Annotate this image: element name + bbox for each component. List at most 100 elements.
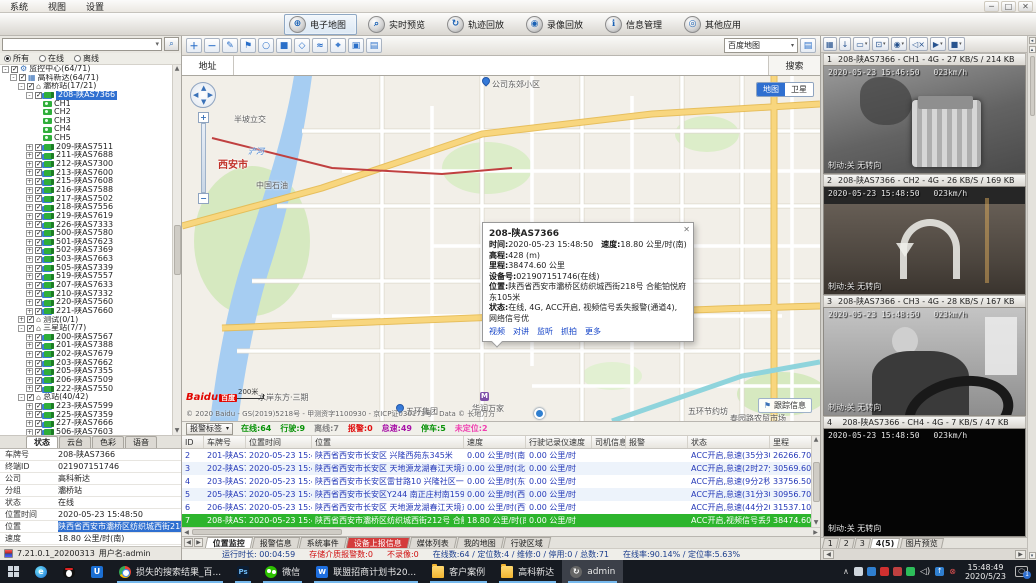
poi-circle-marker[interactable] [534,408,545,419]
menu-item-0[interactable]: 系统 [0,0,38,13]
tree-item[interactable]: +219-陕AS7619 [0,212,181,221]
nav-button-info-manage[interactable]: ℹ信息管理 [600,14,673,35]
tree-checkbox[interactable] [35,351,42,358]
draw-polygon-icon[interactable]: ◇ [294,38,310,53]
capture-icon[interactable]: ◉▾ [891,37,908,51]
scroll-right-icon[interactable]: ▶ [811,529,820,536]
tree-expander-icon[interactable]: + [26,420,33,427]
tree-checkbox[interactable] [35,187,42,194]
tree-checkbox[interactable] [35,385,42,392]
bottom-tab-行驶区域[interactable]: 行驶区域 [503,537,551,548]
tree-expander-icon[interactable]: - [10,74,17,81]
tree-expander-icon[interactable]: + [26,403,33,410]
scrollbar-thumb[interactable] [813,462,820,502]
map-zoom-in-button[interactable]: + [198,112,209,123]
tree-item[interactable]: +218-陕AS7556 [0,203,181,212]
video-page-2[interactable]: 2 [838,538,855,548]
photoshop[interactable]: Ps [229,560,257,583]
pan-up-icon[interactable]: ▲ [201,84,206,92]
tree-item[interactable]: +501-陕AS7623 [0,238,181,247]
metro-station-icon[interactable]: M [480,392,489,401]
column-header[interactable]: ID [182,436,204,448]
tree-expander-icon[interactable]: + [26,351,33,358]
bottom-tab-我的地图[interactable]: 我的地图 [456,537,504,548]
zoom-slider[interactable] [201,123,206,193]
tree-item[interactable]: -⌂总站(40/42) [0,393,181,402]
tree-expander-icon[interactable]: + [26,169,33,176]
tree-expander-icon[interactable]: + [26,308,33,315]
tree-expander-icon[interactable]: - [18,394,25,401]
track-info-button[interactable]: ⚑跟踪信息 [758,398,812,413]
tree-expander-icon[interactable]: + [26,187,33,194]
video-stream[interactable]: 2020-05-23 15:48:50023km/h制动:关 无转向 [823,307,1026,416]
tree-item[interactable]: +519-陕AS7557 [0,272,181,281]
tree-item[interactable]: +202-陕AS7679 [0,350,181,359]
mute-icon[interactable]: ◁× [909,37,928,51]
column-header[interactable]: 行驶记录仪速度 [526,436,592,448]
tree-checkbox[interactable] [27,394,34,401]
tray-penguin2-icon[interactable] [893,567,902,576]
tree-checkbox[interactable] [35,377,42,384]
nav-button-live-preview[interactable]: ⌕实时预览 [363,14,436,35]
save-view-icon[interactable]: ▤ [366,38,382,53]
tree-expander-icon[interactable]: + [26,152,33,159]
video-page-1[interactable]: 1 [822,538,839,548]
close-button[interactable]: ✕ [1018,1,1033,12]
tree-item[interactable]: +207-陕AS7633 [0,281,181,290]
column-header[interactable]: 司机信息 [592,436,626,448]
tree-checkbox[interactable] [35,360,42,367]
tree-checkbox[interactable] [35,308,42,315]
chrome-window[interactable]: 损失的搜索结果_百... [111,560,229,583]
tree-item[interactable]: +502-陕AS7369 [0,246,181,255]
tree-expander-icon[interactable]: + [26,377,33,384]
quad-view-icon[interactable]: ▦ [823,37,837,51]
tree-checkbox[interactable] [27,83,34,90]
radio-2[interactable]: 离线 [74,53,99,64]
notification-icon[interactable]: 🗨1 [1015,566,1028,577]
minimize-button[interactable]: ─ [984,1,999,12]
tabs-scroll-right-icon[interactable]: ▶ [194,538,203,547]
tree-expander-icon[interactable]: + [26,256,33,263]
address-search-button[interactable]: 搜索 [768,56,820,75]
tree-expander-icon[interactable]: + [26,265,33,272]
tree-expander-icon[interactable]: + [26,161,33,168]
tree-expander-icon[interactable]: + [26,204,33,211]
tray-explorer-icon[interactable] [854,567,863,576]
u-browser[interactable]: U [83,560,111,583]
tree-expander-icon[interactable]: + [26,247,33,254]
tree-expander-icon[interactable]: + [26,144,33,151]
scrollbar-thumb[interactable] [1030,56,1035,116]
tree-checkbox[interactable] [35,195,42,202]
tree-checkbox[interactable] [35,334,42,341]
tree-checkbox[interactable] [35,178,42,185]
tree-checkbox[interactable] [27,325,34,332]
tree-checkbox[interactable] [35,403,42,410]
chevron-down-icon[interactable]: ▾ [155,40,161,48]
tree-item[interactable]: CH4 [0,125,181,134]
tree-checkbox[interactable] [35,411,42,418]
maximize-button[interactable]: □ [1001,1,1016,12]
tree-expander-icon[interactable]: + [26,221,33,228]
tree-item[interactable]: CH2 [0,108,181,117]
tray-chevron-icon[interactable]: ∧ [843,567,849,576]
layers-icon[interactable]: ▤ [800,38,816,53]
tab-状态[interactable]: 状态 [26,436,58,448]
tray-penguin-icon[interactable] [880,567,889,576]
nav-button-map-globe[interactable]: ⊕电子地图 [284,14,357,35]
fullscreen-icon[interactable]: ▣ [348,38,364,53]
monitor-select-icon[interactable]: ▭▾ [853,37,870,51]
scrollbar-thumb[interactable] [192,529,342,535]
nav-button-video-playback[interactable]: ◉录像回放 [521,14,594,35]
zoom-out-icon[interactable]: － [204,38,220,53]
tree-item[interactable]: +216-陕AS7588 [0,186,181,195]
scroll-up-icon[interactable]: ▲ [175,66,180,72]
search-input[interactable]: ▾ [2,38,162,51]
tree-checkbox[interactable] [35,239,42,246]
tree-checkbox[interactable] [35,265,42,272]
wechat[interactable]: 微信 [257,560,308,583]
column-header[interactable]: 速度 [464,436,526,448]
video-cell-3[interactable]: 3208-陕AS7366 - CH3 - 4G - 28 KB/S / 167 … [821,295,1028,416]
column-header[interactable]: 状态 [688,436,770,448]
tree-checkbox[interactable] [35,273,42,280]
popup-link-对讲[interactable]: 对讲 [513,326,529,337]
